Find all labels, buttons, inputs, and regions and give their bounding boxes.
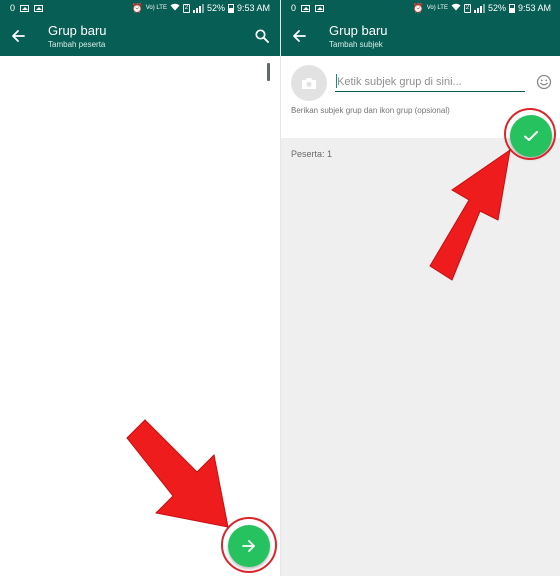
left-screen: 0 ⏰ Vo) LTE 2 52% 9:53 AM Grup baru Tamb…: [0, 0, 280, 576]
signal-icon: [192, 3, 204, 13]
alarm-icon: ⏰: [412, 3, 424, 13]
signal-icon: [473, 3, 485, 13]
page-title: Grup baru: [48, 23, 107, 38]
volte-icon: Vo) LTE: [426, 5, 448, 11]
status-left-digit: 0: [291, 3, 297, 13]
page-subtitle: Tambah peserta: [48, 40, 106, 49]
emoji-button[interactable]: [535, 73, 553, 91]
back-button[interactable]: [287, 24, 311, 48]
image-notification-icon: [20, 4, 30, 12]
sim-icon: 2: [463, 3, 471, 13]
page-title: Grup baru: [329, 23, 388, 38]
status-bar: 0 ⏰ Vo) LTE 2 52% 9:53 AM: [0, 0, 280, 16]
volte-icon: Vo) LTE: [145, 5, 167, 11]
right-screen: 0 ⏰ Vo) LTE 2 52% 9:53 AM Grup baru Tamb…: [281, 0, 560, 576]
text-cursor: [336, 74, 337, 88]
toolbar: Grup baru Tambah subjek: [281, 16, 560, 56]
page-subtitle: Tambah subjek: [329, 40, 383, 49]
participants-count: Peserta: 1: [291, 149, 333, 159]
arrow-left-icon: [12, 30, 25, 42]
group-subject-input[interactable]: [335, 72, 525, 92]
emoji-icon: [536, 74, 552, 90]
battery-percent: 52%: [487, 3, 506, 13]
battery-icon: [508, 3, 515, 13]
alarm-icon: ⏰: [131, 3, 143, 13]
search-button[interactable]: [250, 24, 274, 48]
group-photo-button[interactable]: [291, 65, 327, 101]
sim-icon: 2: [182, 3, 190, 13]
helper-text: Berikan subjek grup dan ikon grup (opsio…: [291, 106, 450, 115]
arrow-left-icon: [293, 30, 306, 42]
clock: 9:53 AM: [517, 3, 551, 13]
scrollbar[interactable]: [267, 63, 270, 81]
camera-icon: [302, 77, 316, 89]
gallery-notification-icon: [34, 4, 44, 12]
battery-icon: [227, 3, 234, 13]
wifi-icon: [170, 0, 180, 16]
highlight-circle: [221, 517, 277, 573]
back-button[interactable]: [6, 24, 30, 48]
toolbar: Grup baru Tambah peserta: [0, 16, 280, 56]
highlight-circle: [504, 108, 556, 160]
search-icon: [255, 29, 269, 43]
status-left-digit: 0: [10, 3, 16, 13]
participants-section: Peserta: 1: [281, 138, 560, 576]
status-bar: 0 ⏰ Vo) LTE 2 52% 9:53 AM: [281, 0, 560, 16]
battery-percent: 52%: [206, 3, 225, 13]
image-notification-icon: [301, 4, 311, 12]
wifi-icon: [451, 0, 461, 16]
clock: 9:53 AM: [236, 3, 270, 13]
gallery-notification-icon: [315, 4, 325, 12]
